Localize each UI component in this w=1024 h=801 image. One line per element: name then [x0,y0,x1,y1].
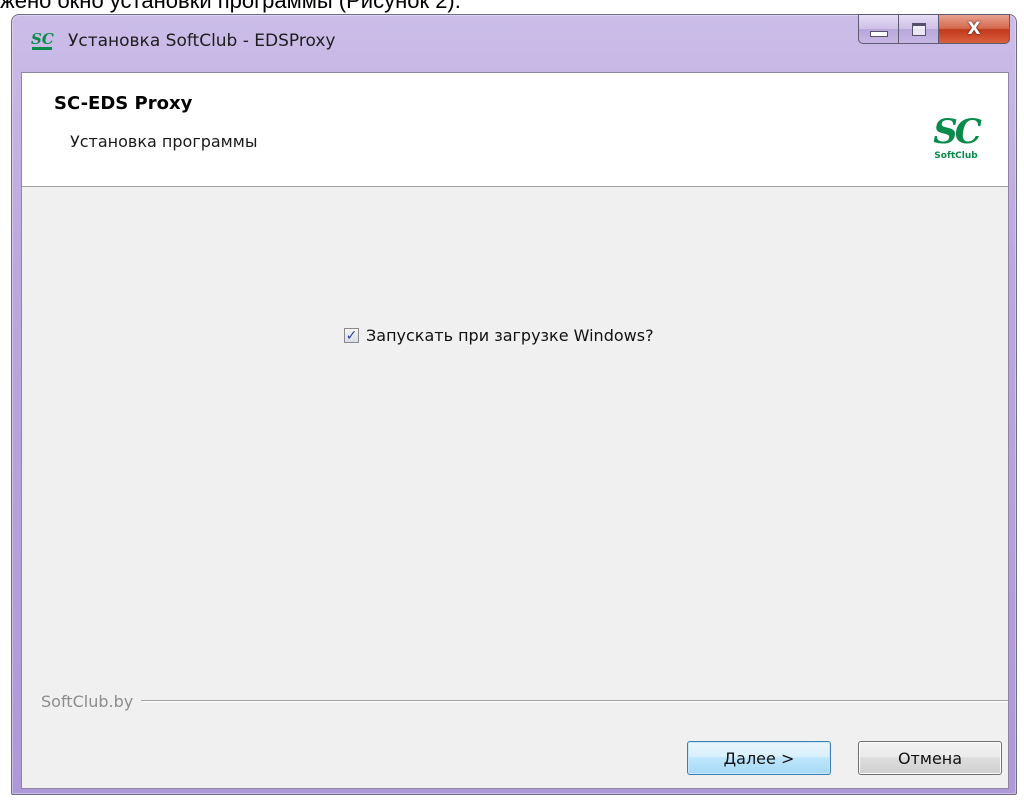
wizard-step-subtitle: Установка программы [70,132,258,151]
caption-buttons: X [858,14,1010,46]
checkmark-icon: ✓ [345,327,358,344]
brand-separator: SoftClub.by [41,690,1008,712]
dialog-client-area: SC-EDS Proxy Установка программы SC Soft… [21,72,1009,789]
brand-label: SoftClub.by [41,691,134,711]
installer-window: SC Установка SoftClub - EDSProxy X SC-ED… [11,14,1017,795]
title-bar[interactable]: SC Установка SoftClub - EDSProxy X [12,14,1016,73]
cancel-button[interactable]: Отмена [858,741,1002,775]
window-title: Установка SoftClub - EDSProxy [68,31,336,51]
softclub-logo: SC SoftClub [928,112,984,168]
logo-letters: SC [933,112,982,152]
close-icon: X [967,19,981,39]
separator-line [141,700,1008,702]
next-button[interactable]: Далее > [687,741,831,775]
minimize-icon [869,31,888,37]
autostart-option[interactable]: ✓ Запускать при загрузке Windows? [344,326,654,345]
close-button[interactable]: X [938,14,1010,44]
svg-text:SC: SC [31,30,54,48]
softclub-logo-icon: SC [31,30,54,50]
product-name: SC-EDS Proxy [54,93,193,114]
wizard-header: SC-EDS Proxy Установка программы SC Soft… [22,73,1008,187]
autostart-checkbox[interactable]: ✓ [344,328,359,343]
maximize-icon [911,22,926,36]
document-text-above: жено окно установки программы (Рисунок 2… [0,0,461,13]
autostart-checkbox-label[interactable]: Запускать при загрузке Windows? [366,326,654,345]
logo-caption: SoftClub [934,151,978,161]
maximize-button[interactable] [898,14,938,44]
minimize-button[interactable] [858,14,898,44]
